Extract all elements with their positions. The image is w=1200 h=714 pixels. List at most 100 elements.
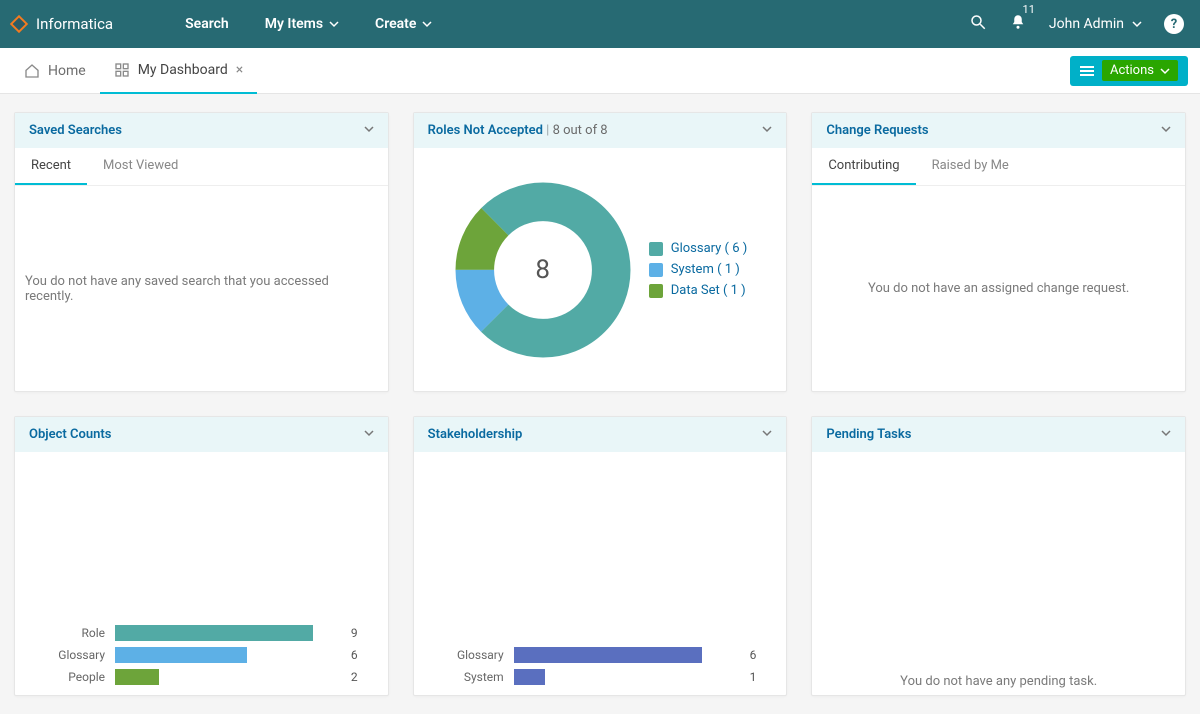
card-header: Saved Searches — [15, 113, 388, 148]
legend-label: Glossary ( 6 ) — [671, 241, 748, 256]
card-tabs: Contributing Raised by Me — [812, 148, 1185, 186]
search-icon[interactable] — [969, 13, 987, 35]
dashboard-icon — [114, 62, 130, 78]
tab-contributing[interactable]: Contributing — [812, 148, 915, 185]
notifications-icon[interactable]: 11 — [1009, 13, 1027, 35]
card-stakeholdership: Stakeholdership Glossary 6 System 1 — [413, 416, 788, 696]
bar-label: Glossary — [45, 648, 105, 662]
bar-chart: Role 9 Glossary 6 People 2 — [25, 619, 378, 691]
tab-home[interactable]: Home — [10, 48, 100, 94]
card-header: Change Requests — [812, 113, 1185, 148]
card-title: Object Counts — [29, 427, 111, 442]
bar-label: People — [45, 670, 105, 684]
bar-label: Role — [45, 626, 105, 640]
page-tabs: Home My Dashboard × Actions — [0, 48, 1200, 94]
legend-glossary[interactable]: Glossary ( 6 ) — [649, 241, 748, 256]
empty-text: You do not have any saved search that yo… — [25, 274, 378, 304]
bar-chart: Glossary 6 System 1 — [424, 641, 777, 691]
card-header: Stakeholdership — [414, 417, 787, 452]
card-body: You do not have any pending task. — [812, 452, 1185, 695]
card-tabs: Recent Most Viewed — [15, 148, 388, 186]
card-title: Pending Tasks — [826, 427, 911, 442]
nav-my-items-label: My Items — [265, 16, 323, 32]
tab-home-label: Home — [48, 63, 86, 79]
card-subtitle: 8 out of 8 — [553, 123, 608, 138]
collapse-icon[interactable] — [762, 427, 772, 442]
tab-dashboard-label: My Dashboard — [138, 62, 228, 78]
collapse-icon[interactable] — [762, 123, 772, 138]
help-icon[interactable]: ? — [1164, 14, 1184, 34]
bar-row: Glossary 6 — [45, 647, 358, 663]
bar-fill[interactable] — [514, 647, 703, 663]
card-change-requests: Change Requests Contributing Raised by M… — [811, 112, 1186, 392]
card-body: You do not have an assigned change reque… — [812, 186, 1185, 391]
nav-search-label: Search — [185, 16, 229, 32]
bar-label: System — [444, 670, 504, 684]
card-object-counts: Object Counts Role 9 Glossary 6 People 2 — [14, 416, 389, 696]
brand-logo-icon — [8, 13, 30, 35]
chevron-down-icon — [1160, 66, 1170, 76]
collapse-icon[interactable] — [1161, 123, 1171, 138]
nav-create[interactable]: Create — [357, 0, 450, 48]
chevron-down-icon — [329, 19, 339, 29]
collapse-icon[interactable] — [1161, 427, 1171, 442]
notifications-badge: 11 — [1023, 3, 1035, 16]
dashboard-grid: Saved Searches Recent Most Viewed You do… — [0, 94, 1200, 714]
card-saved-searches: Saved Searches Recent Most Viewed You do… — [14, 112, 389, 392]
card-body: Role 9 Glossary 6 People 2 — [15, 452, 388, 695]
card-body: 8 Glossary ( 6 ) System ( 1 ) Data Set (… — [414, 148, 787, 391]
bar-label: Glossary — [444, 648, 504, 662]
card-pending-tasks: Pending Tasks You do not have any pendin… — [811, 416, 1186, 696]
bar-row: Role 9 — [45, 625, 358, 641]
actions-button[interactable]: Actions — [1070, 56, 1188, 86]
bar-fill[interactable] — [115, 647, 247, 663]
chevron-down-icon — [1132, 19, 1142, 29]
card-title: Change Requests — [826, 123, 928, 138]
bar-fill[interactable] — [115, 625, 313, 641]
empty-text: You do not have an assigned change reque… — [868, 281, 1129, 296]
user-name: John Admin — [1049, 16, 1124, 32]
bar-value: 1 — [750, 670, 757, 684]
bar-fill[interactable] — [514, 669, 545, 685]
donut-legend: Glossary ( 6 ) System ( 1 ) Data Set ( 1… — [649, 241, 748, 298]
tab-dashboard[interactable]: My Dashboard × — [100, 48, 258, 94]
nav-items: Search My Items Create — [167, 0, 450, 48]
brand-name: Informatica — [36, 15, 113, 33]
nav-search[interactable]: Search — [167, 0, 247, 48]
bar-value: 6 — [351, 648, 358, 662]
collapse-icon[interactable] — [364, 427, 374, 442]
bar-value: 6 — [750, 648, 757, 662]
bar-row: System 1 — [444, 669, 757, 685]
card-header: Pending Tasks — [812, 417, 1185, 452]
top-nav: Informatica Search My Items Create 11 Jo… — [0, 0, 1200, 48]
legend-label: Data Set ( 1 ) — [671, 283, 746, 298]
donut-center-value: 8 — [453, 180, 633, 360]
bar-fill[interactable] — [115, 669, 159, 685]
legend-system[interactable]: System ( 1 ) — [649, 262, 748, 277]
brand[interactable]: Informatica — [6, 13, 123, 35]
nav-icons: 11 John Admin ? — [969, 13, 1190, 35]
empty-text: You do not have any pending task. — [900, 674, 1097, 689]
card-body: You do not have any saved search that yo… — [15, 186, 388, 391]
card-roles-not-accepted: Roles Not Accepted | 8 out of 8 8 Glossa… — [413, 112, 788, 392]
bar-value: 9 — [351, 626, 358, 640]
nav-create-label: Create — [375, 16, 416, 32]
bar-value: 2 — [351, 670, 358, 684]
donut-chart: 8 — [453, 180, 633, 360]
card-body: Glossary 6 System 1 — [414, 452, 787, 695]
card-header: Object Counts — [15, 417, 388, 452]
close-icon[interactable]: × — [236, 62, 243, 78]
card-header: Roles Not Accepted | 8 out of 8 — [414, 113, 787, 148]
card-title: Stakeholdership — [428, 427, 523, 442]
collapse-icon[interactable] — [364, 123, 374, 138]
tab-recent[interactable]: Recent — [15, 148, 87, 185]
tab-most-viewed[interactable]: Most Viewed — [87, 148, 194, 185]
bar-row: Glossary 6 — [444, 647, 757, 663]
nav-my-items[interactable]: My Items — [247, 0, 357, 48]
user-menu[interactable]: John Admin — [1049, 16, 1142, 32]
legend-dataset[interactable]: Data Set ( 1 ) — [649, 283, 748, 298]
tab-raised-by-me[interactable]: Raised by Me — [916, 148, 1025, 185]
bar-row: People 2 — [45, 669, 358, 685]
legend-label: System ( 1 ) — [671, 262, 740, 277]
card-title: Roles Not Accepted — [428, 123, 543, 138]
